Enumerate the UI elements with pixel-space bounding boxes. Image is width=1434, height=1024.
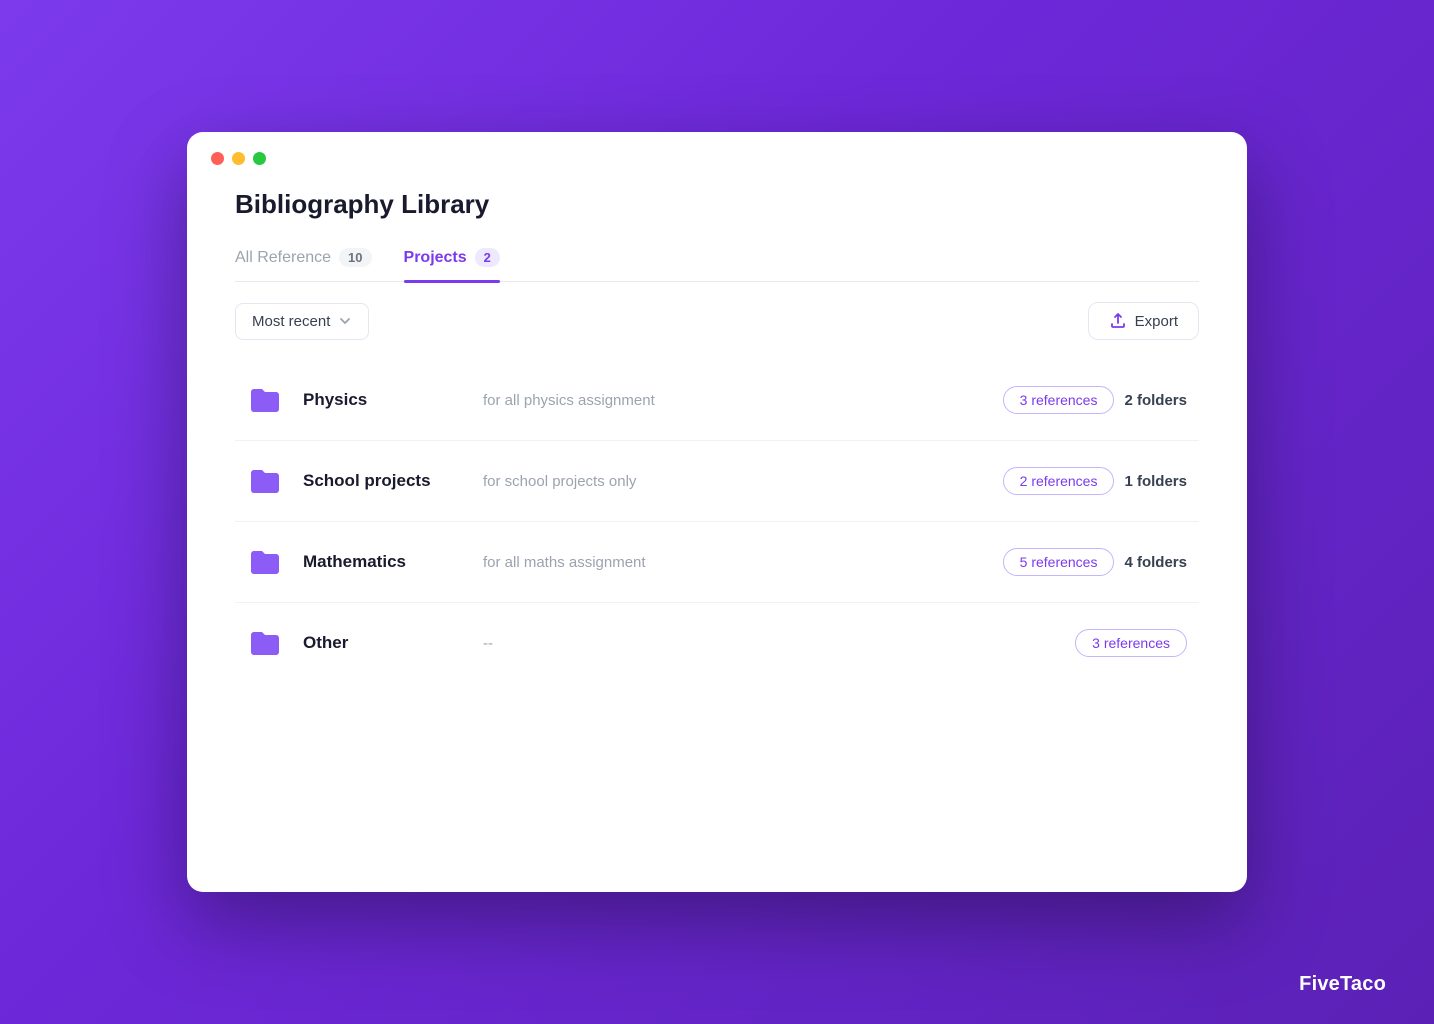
close-button[interactable] xyxy=(211,152,224,165)
project-badges: 3 references 2 folders xyxy=(1003,386,1187,414)
project-name: School projects xyxy=(303,471,463,491)
tab-all-reference-label: All Reference xyxy=(235,249,331,267)
project-name: Other xyxy=(303,633,463,653)
tab-projects-badge: 2 xyxy=(475,248,500,267)
folders-badge: 1 folders xyxy=(1124,473,1187,490)
tab-all-reference[interactable]: All Reference 10 xyxy=(235,248,372,281)
branding-logo: FiveTaco xyxy=(1299,973,1386,996)
project-row[interactable]: Mathematics for all maths assignment 5 r… xyxy=(235,522,1199,603)
references-badge: 5 references xyxy=(1003,548,1115,576)
project-name: Mathematics xyxy=(303,552,463,572)
sort-label: Most recent xyxy=(252,313,330,330)
app-title: Bibliography Library xyxy=(235,189,1199,220)
references-badge: 3 references xyxy=(1075,629,1187,657)
project-badges: 3 references xyxy=(1075,629,1187,657)
tab-projects-label: Projects xyxy=(404,249,467,267)
toolbar: Most recent Export xyxy=(235,282,1199,360)
project-badges: 2 references 1 folders xyxy=(1003,467,1187,495)
export-icon xyxy=(1109,312,1127,330)
project-row[interactable]: Other -- 3 references xyxy=(235,603,1199,683)
folder-icon xyxy=(247,382,283,418)
project-description: -- xyxy=(483,635,1055,652)
content-area: Bibliography Library All Reference 10 Pr… xyxy=(187,165,1247,892)
references-badge: 2 references xyxy=(1003,467,1115,495)
folders-badge: 2 folders xyxy=(1124,392,1187,409)
references-badge: 3 references xyxy=(1003,386,1115,414)
titlebar xyxy=(187,132,1247,165)
project-row[interactable]: School projects for school projects only… xyxy=(235,441,1199,522)
tab-all-reference-badge: 10 xyxy=(339,248,371,267)
tab-bar: All Reference 10 Projects 2 xyxy=(235,248,1199,282)
sort-button[interactable]: Most recent xyxy=(235,303,369,340)
minimize-button[interactable] xyxy=(232,152,245,165)
export-label: Export xyxy=(1135,313,1178,330)
project-list: Physics for all physics assignment 3 ref… xyxy=(235,360,1199,683)
project-badges: 5 references 4 folders xyxy=(1003,548,1187,576)
folder-icon xyxy=(247,544,283,580)
chevron-down-icon xyxy=(338,314,352,328)
project-name: Physics xyxy=(303,390,463,410)
folders-badge: 4 folders xyxy=(1124,554,1187,571)
export-button[interactable]: Export xyxy=(1088,302,1199,340)
folder-icon xyxy=(247,625,283,661)
project-description: for all maths assignment xyxy=(483,554,983,571)
project-description: for school projects only xyxy=(483,473,983,490)
tab-projects[interactable]: Projects 2 xyxy=(404,248,500,281)
maximize-button[interactable] xyxy=(253,152,266,165)
project-row[interactable]: Physics for all physics assignment 3 ref… xyxy=(235,360,1199,441)
project-description: for all physics assignment xyxy=(483,392,983,409)
main-window: Bibliography Library All Reference 10 Pr… xyxy=(187,132,1247,892)
folder-icon xyxy=(247,463,283,499)
